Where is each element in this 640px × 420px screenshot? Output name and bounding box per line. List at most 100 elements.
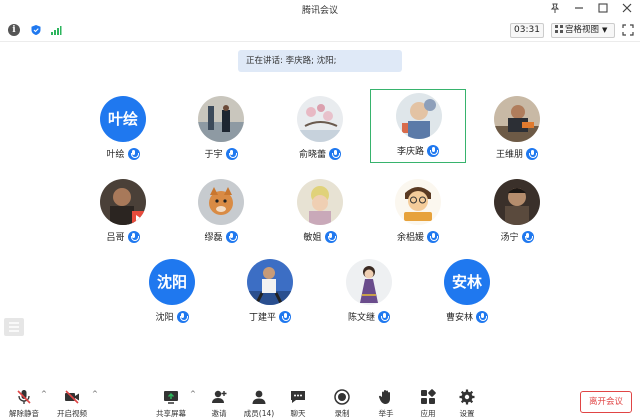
chat-icon — [291, 391, 305, 403]
participant-tile[interactable]: 丁建平 — [222, 255, 318, 329]
video-options-caret[interactable]: ^ — [92, 390, 98, 398]
grid-view-icon — [555, 25, 563, 33]
avatar: 叶绘 — [100, 96, 146, 142]
start-video-label: 开启视频 — [57, 409, 87, 418]
fullscreen-icon[interactable] — [622, 24, 634, 36]
window-title: 腾讯会议 — [301, 6, 338, 16]
close-icon[interactable] — [620, 2, 634, 16]
share-screen-button[interactable]: 共享屏幕 — [147, 388, 195, 419]
microphone-icon — [329, 147, 341, 160]
avatar — [198, 179, 244, 225]
members-label: 成员(14) — [243, 409, 275, 418]
participant-name: 曹安林 — [445, 313, 473, 323]
chat-label: 聊天 — [290, 409, 306, 418]
invite-icon — [212, 390, 227, 403]
avatar — [494, 179, 540, 225]
avatar — [346, 259, 392, 305]
unmute-label: 解除静音 — [9, 409, 39, 418]
speaking-banner: 正在讲话: 李庆路; 沈阳; — [238, 50, 402, 72]
record-button[interactable]: 录制 — [318, 388, 366, 419]
members-icon — [252, 390, 266, 404]
meeting-timer: 03:31 — [510, 23, 544, 38]
title-bar: 腾讯会议 — [0, 0, 640, 20]
participant-list-toggle[interactable] — [4, 318, 24, 336]
microphone-icon — [127, 147, 140, 160]
bottom-control-bar: 解除静音 ^ 开启视频 ^ 共享屏幕 ^ 邀请 成员(14) 聊天 录制 举手 … — [0, 384, 640, 420]
invite-label: 邀请 — [211, 409, 227, 418]
participant-name: 于宇 — [204, 150, 223, 160]
settings-button[interactable]: 设置 — [443, 388, 491, 419]
share-screen-label: 共享屏幕 — [156, 409, 186, 418]
raise-hand-label: 举手 — [378, 409, 394, 418]
participant-tile[interactable]: 王维朋 — [469, 92, 565, 166]
chat-button[interactable]: 聊天 — [274, 388, 322, 419]
shield-icon[interactable] — [30, 24, 42, 36]
signal-icon[interactable] — [50, 24, 62, 36]
meeting-toolbar: i 03:31 宫格视图 ▼ — [0, 20, 640, 42]
pin-icon[interactable] — [548, 2, 562, 16]
participant-name: 叶绘 — [106, 150, 125, 160]
participant-tile[interactable]: 沈阳 沈阳 — [124, 255, 220, 329]
info-icon[interactable]: i — [8, 24, 20, 36]
participant-name: 汤宁 — [500, 233, 519, 243]
participant-name: 李庆路 — [396, 147, 424, 157]
avatar — [297, 179, 343, 225]
record-icon — [334, 389, 350, 405]
participant-name: 缪磊 — [204, 233, 223, 243]
participant-tile[interactable]: 汤宁 — [469, 175, 565, 249]
participant-tile[interactable]: 余梠媛 — [370, 175, 466, 249]
participant-tile[interactable]: 缪磊 — [173, 175, 269, 249]
microphone-icon — [427, 230, 439, 243]
maximize-icon[interactable] — [596, 2, 610, 16]
raise-hand-button[interactable]: 举手 — [362, 388, 410, 419]
participant-tile[interactable]: 陈文继 — [321, 255, 417, 329]
window-controls — [548, 2, 634, 16]
avatar — [198, 96, 244, 142]
minimize-icon[interactable] — [572, 2, 586, 16]
avatar — [247, 259, 293, 305]
audio-options-caret[interactable]: ^ — [41, 390, 47, 398]
participant-name: 吕哥 — [106, 233, 125, 243]
participant-tile-active-speaker[interactable]: 李庆路 — [370, 89, 466, 163]
participant-name: 俞晓蕾 — [298, 150, 326, 160]
microphone-icon — [378, 310, 390, 323]
mic-muted-icon — [17, 390, 31, 404]
microphone-icon — [176, 310, 189, 323]
participant-name: 陈文继 — [347, 313, 375, 323]
participant-tile[interactable]: 敏姐 — [272, 175, 368, 249]
avatar — [494, 96, 540, 142]
participant-tile[interactable]: 叶绘 叶绘 — [75, 92, 171, 166]
leave-meeting-button[interactable]: 离开会议 — [580, 391, 632, 413]
microphone-icon — [521, 230, 534, 243]
hand-icon — [378, 390, 390, 404]
microphone-icon — [225, 147, 238, 160]
list-icon — [9, 322, 19, 332]
record-label: 录制 — [334, 409, 350, 418]
participant-tile[interactable]: 安林 曹安林 — [419, 255, 515, 329]
participant-name: 敏姐 — [303, 233, 322, 243]
apps-label: 应用 — [420, 409, 436, 418]
avatar — [395, 179, 441, 225]
participant-tile[interactable]: 俞晓蕾 — [272, 92, 368, 166]
participant-tile[interactable]: 吕哥 — [75, 175, 171, 249]
apps-icon — [421, 389, 436, 404]
avatar — [100, 179, 146, 225]
microphone-icon — [476, 310, 488, 323]
microphone-icon — [225, 230, 238, 243]
avatar: 沈阳 — [149, 259, 195, 305]
participant-name: 王维朋 — [495, 150, 523, 160]
microphone-icon — [127, 230, 140, 243]
avatar — [396, 93, 442, 139]
chevron-down-icon: ▼ — [602, 26, 608, 34]
microphone-icon — [526, 147, 538, 160]
avatar — [297, 96, 343, 142]
view-mode-button[interactable]: 宫格视图 ▼ — [551, 23, 615, 38]
settings-label: 设置 — [459, 409, 475, 418]
participant-tile[interactable]: 于宇 — [173, 92, 269, 166]
view-mode-label: 宫格视图 — [565, 25, 600, 35]
microphone-icon — [279, 310, 291, 323]
start-video-button[interactable]: 开启视频 — [48, 388, 96, 419]
participant-name: 沈阳 — [155, 313, 174, 323]
avatar: 安林 — [444, 259, 490, 305]
gear-icon — [459, 389, 475, 405]
